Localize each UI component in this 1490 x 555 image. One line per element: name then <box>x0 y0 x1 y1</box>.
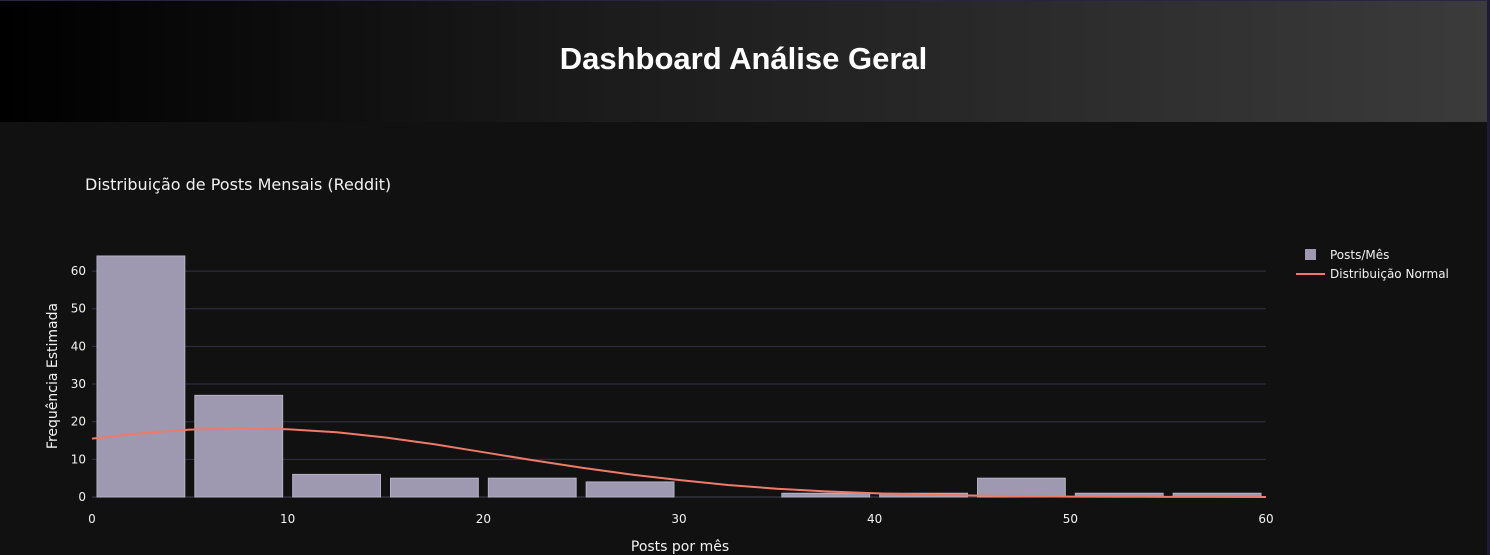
y-tick-label: 60 <box>71 264 86 278</box>
histogram-bar[interactable] <box>194 394 284 498</box>
legend-bar-swatch <box>1305 249 1316 260</box>
x-axis-ticks: 0 10 20 30 40 50 60 <box>88 512 1273 526</box>
y-axis-title: Frequência Estimada <box>45 303 61 449</box>
histogram-bar[interactable] <box>390 477 479 498</box>
x-tick-label: 60 <box>1258 512 1273 526</box>
x-tick-label: 20 <box>476 512 491 526</box>
histogram-chart[interactable]: 0 10 20 30 40 50 60 0 10 20 30 40 50 60 Posts por mê… <box>0 121 1487 555</box>
y-tick-label: 40 <box>71 339 86 353</box>
dashboard-title: Dashboard Análise Geral <box>559 41 928 76</box>
dashboard-page: Dashboard Análise Geral Distribuição de … <box>0 0 1490 555</box>
y-tick-label: 10 <box>71 452 86 466</box>
histogram-bar[interactable] <box>487 477 577 498</box>
chart-legend[interactable]: Posts/Mês Distribuição Normal <box>1296 248 1449 281</box>
y-tick-label: 0 <box>78 490 86 504</box>
legend-item-distribuicao-normal[interactable]: Distribuição Normal <box>1330 267 1449 281</box>
x-axis-title: Posts por mês <box>631 539 729 555</box>
histogram-bar[interactable] <box>781 492 871 498</box>
histogram-bar[interactable] <box>585 481 675 498</box>
histogram-bar[interactable] <box>977 477 1066 498</box>
legend-item-posts-mes[interactable]: Posts/Mês <box>1330 248 1389 262</box>
x-tick-label: 10 <box>280 512 295 526</box>
x-tick-label: 0 <box>88 512 96 526</box>
x-tick-label: 50 <box>1063 512 1078 526</box>
histogram-bar[interactable] <box>96 255 186 498</box>
histogram-bars <box>96 255 1262 498</box>
y-axis-ticks: 0 10 20 30 40 50 60 <box>71 264 86 504</box>
dashboard-header: Dashboard Análise Geral <box>0 0 1487 122</box>
y-tick-label: 30 <box>71 377 86 391</box>
y-tick-label: 50 <box>71 302 86 316</box>
x-tick-label: 40 <box>867 512 882 526</box>
x-tick-label: 30 <box>671 512 686 526</box>
y-tick-label: 20 <box>71 415 86 429</box>
histogram-bar[interactable] <box>292 473 381 498</box>
